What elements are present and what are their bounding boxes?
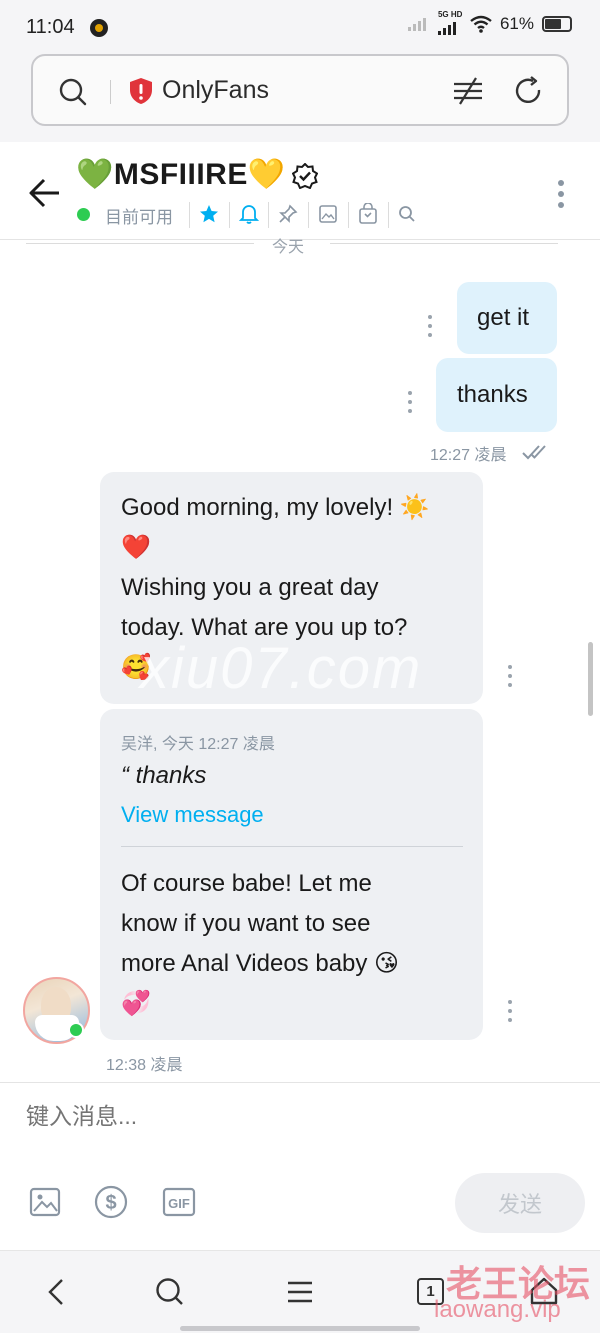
shield-warning-icon[interactable] xyxy=(128,77,154,105)
view-message-link[interactable]: View message xyxy=(121,802,264,828)
tip-dollar-icon[interactable]: $ xyxy=(94,1185,128,1219)
composer-divider xyxy=(0,1082,600,1083)
pin-icon[interactable] xyxy=(278,204,298,224)
verified-badge-icon xyxy=(292,163,318,189)
message-bubble-outgoing[interactable]: get it xyxy=(457,282,557,354)
nav-menu-icon[interactable] xyxy=(286,1280,314,1304)
quoted-text: “ thanks xyxy=(121,762,207,789)
header-divider xyxy=(308,202,309,228)
message-line: Good morning, my lovely! ☀️ xyxy=(121,494,430,521)
message-bubble-outgoing[interactable]: thanks xyxy=(436,358,557,432)
read-receipt-icon xyxy=(522,445,546,460)
message-timestamp: 12:38 凌晨 xyxy=(106,1057,183,1074)
signal-icon: 5G HD xyxy=(437,10,462,35)
refresh-icon[interactable] xyxy=(514,76,544,106)
quote-divider xyxy=(121,846,463,847)
header-divider xyxy=(388,202,389,228)
message-line: know if you want to see xyxy=(121,910,371,937)
message-line: more Anal Videos baby 😘 xyxy=(121,950,400,977)
header-divider xyxy=(268,202,269,228)
forum-watermark-url: laowang.vip xyxy=(434,1296,561,1323)
search-icon[interactable] xyxy=(58,77,88,107)
send-button[interactable]: 发送 xyxy=(455,1173,585,1233)
status-time: 11:04 xyxy=(26,16,75,38)
home-indicator[interactable] xyxy=(180,1326,420,1331)
network-label: 5G HD xyxy=(437,10,463,19)
header-divider xyxy=(189,202,190,228)
address-divider xyxy=(110,80,111,104)
message-line: 💞 xyxy=(121,990,151,1017)
online-status-dot xyxy=(77,208,90,221)
more-options-icon[interactable] xyxy=(556,179,566,209)
battery-percent: 61% xyxy=(499,14,534,33)
battery-icon xyxy=(542,16,572,32)
message-line: ❤️ xyxy=(121,534,151,561)
wifi-icon xyxy=(470,15,492,33)
svg-text:$: $ xyxy=(105,1192,116,1214)
message-timestamp: 12:27 凌晨 xyxy=(430,447,507,464)
incoming-message-text: Of course babe! Let me know if you want … xyxy=(121,864,471,1024)
nav-back-icon[interactable] xyxy=(46,1278,66,1306)
filter-icon[interactable] xyxy=(452,76,484,106)
notification-icon xyxy=(90,19,108,37)
message-options-icon[interactable] xyxy=(407,391,413,413)
search-chat-icon[interactable] xyxy=(398,205,416,223)
address-bar[interactable] xyxy=(31,54,569,126)
svg-text:GIF: GIF xyxy=(168,1196,190,1211)
signal-off-icon xyxy=(407,18,426,31)
image-gallery-icon[interactable] xyxy=(318,204,338,224)
status-indicators: 5G HD 61% xyxy=(407,10,572,35)
watermark-overlay: xiu07.com xyxy=(140,636,423,701)
back-arrow-icon[interactable] xyxy=(28,177,62,209)
date-divider-line xyxy=(330,243,558,244)
message-line: Wishing you a great day xyxy=(121,574,379,601)
message-options-icon[interactable] xyxy=(507,1000,513,1022)
availability-status: 目前可用 xyxy=(105,208,173,227)
message-line: Of course babe! Let me xyxy=(121,870,372,897)
message-options-icon[interactable] xyxy=(427,315,433,337)
header-divider xyxy=(229,202,230,228)
chat-title[interactable]: 💚MSFIIIRE💛 xyxy=(76,157,286,192)
shopping-bag-icon[interactable] xyxy=(358,203,378,225)
date-divider-line xyxy=(26,243,254,244)
message-input[interactable] xyxy=(26,1103,526,1130)
message-text: thanks xyxy=(457,381,528,408)
gif-icon[interactable]: GIF xyxy=(162,1186,196,1218)
scrollbar-thumb[interactable] xyxy=(588,642,593,716)
date-divider-label: 今天 xyxy=(272,239,305,256)
nav-search-icon[interactable] xyxy=(155,1277,185,1307)
message-text: get it xyxy=(477,304,530,331)
url-text[interactable]: OnlyFans xyxy=(162,76,269,105)
message-options-icon[interactable] xyxy=(507,665,513,687)
image-attach-icon[interactable] xyxy=(29,1186,61,1218)
avatar-online-dot xyxy=(68,1022,84,1038)
star-icon[interactable] xyxy=(199,204,219,224)
bell-icon[interactable] xyxy=(239,203,259,225)
header-divider xyxy=(348,202,349,228)
quote-meta: 吴洋, 今天 12:27 凌晨 xyxy=(121,736,275,753)
